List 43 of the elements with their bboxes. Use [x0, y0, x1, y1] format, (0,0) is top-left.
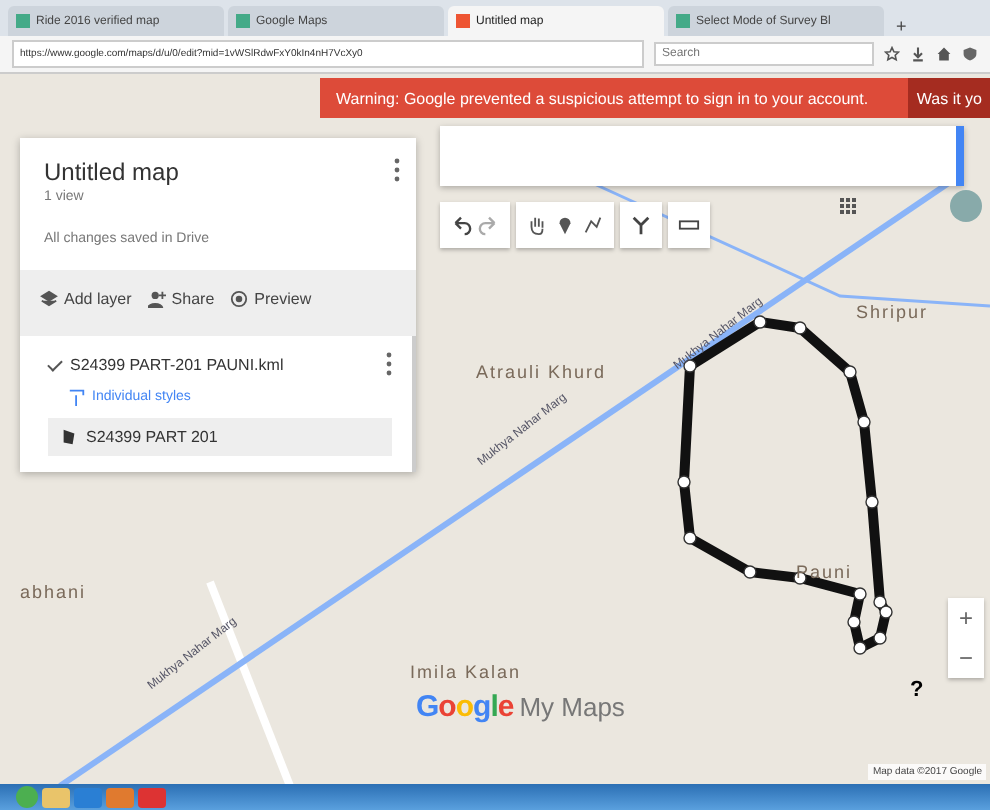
zoom-in-button[interactable]: + — [948, 598, 984, 638]
feature-item[interactable]: S24399 PART 201 — [48, 418, 392, 456]
place-label: Atrauli Khurd — [476, 362, 607, 382]
taskbar-app-icon[interactable] — [42, 787, 70, 807]
panel-action-button[interactable]: Add layer — [40, 290, 132, 308]
warning-message: Warning: Google prevented a suspicious attempt to sign in to your account. — [336, 89, 869, 107]
warning-action-button[interactable]: Was it yo — [908, 78, 990, 118]
polygon-icon — [60, 428, 78, 446]
panel-action-button[interactable]: Share — [147, 290, 215, 308]
map-title[interactable]: Untitled map — [44, 158, 209, 186]
download-icon[interactable] — [910, 46, 926, 62]
shield-icon[interactable] — [962, 46, 978, 62]
eye-icon — [230, 290, 249, 308]
star-icon[interactable] — [884, 46, 900, 62]
google-my-maps-logo: Google My Maps — [416, 690, 625, 724]
help-button[interactable]: ? — [910, 678, 924, 702]
layer-checkbox[interactable] — [47, 356, 63, 372]
add-person-icon — [147, 290, 166, 308]
zoom-out-button[interactable]: − — [948, 638, 984, 678]
favicon-icon — [676, 14, 690, 28]
place-label: abhani — [20, 582, 87, 602]
hand-icon[interactable] — [526, 214, 548, 236]
ruler-icon[interactable] — [678, 214, 700, 236]
undo-icon[interactable] — [450, 214, 472, 236]
start-button-icon[interactable] — [16, 786, 38, 808]
favicon-icon — [236, 14, 250, 28]
paint-roller-icon — [68, 388, 86, 406]
layer-options-icon[interactable] — [386, 352, 392, 376]
panel-action-button[interactable]: Preview — [230, 290, 312, 308]
more-options-icon[interactable] — [394, 158, 400, 182]
favicon-icon — [16, 14, 30, 28]
new-tab-button[interactable]: + — [888, 16, 915, 36]
home-icon[interactable] — [936, 46, 952, 62]
place-label: Pauni — [796, 562, 853, 582]
apps-grid-icon[interactable] — [840, 198, 858, 216]
favicon-icon — [456, 14, 470, 28]
directions-icon[interactable] — [630, 214, 652, 236]
layer-name[interactable]: S24399 PART-201 PAUNI.kml — [70, 355, 378, 373]
draw-line-icon[interactable] — [582, 214, 604, 236]
place-label: Shripur — [856, 302, 929, 322]
marker-icon[interactable] — [554, 214, 576, 236]
layers-icon — [40, 290, 58, 308]
place-label: Imila Kalan — [410, 662, 522, 682]
